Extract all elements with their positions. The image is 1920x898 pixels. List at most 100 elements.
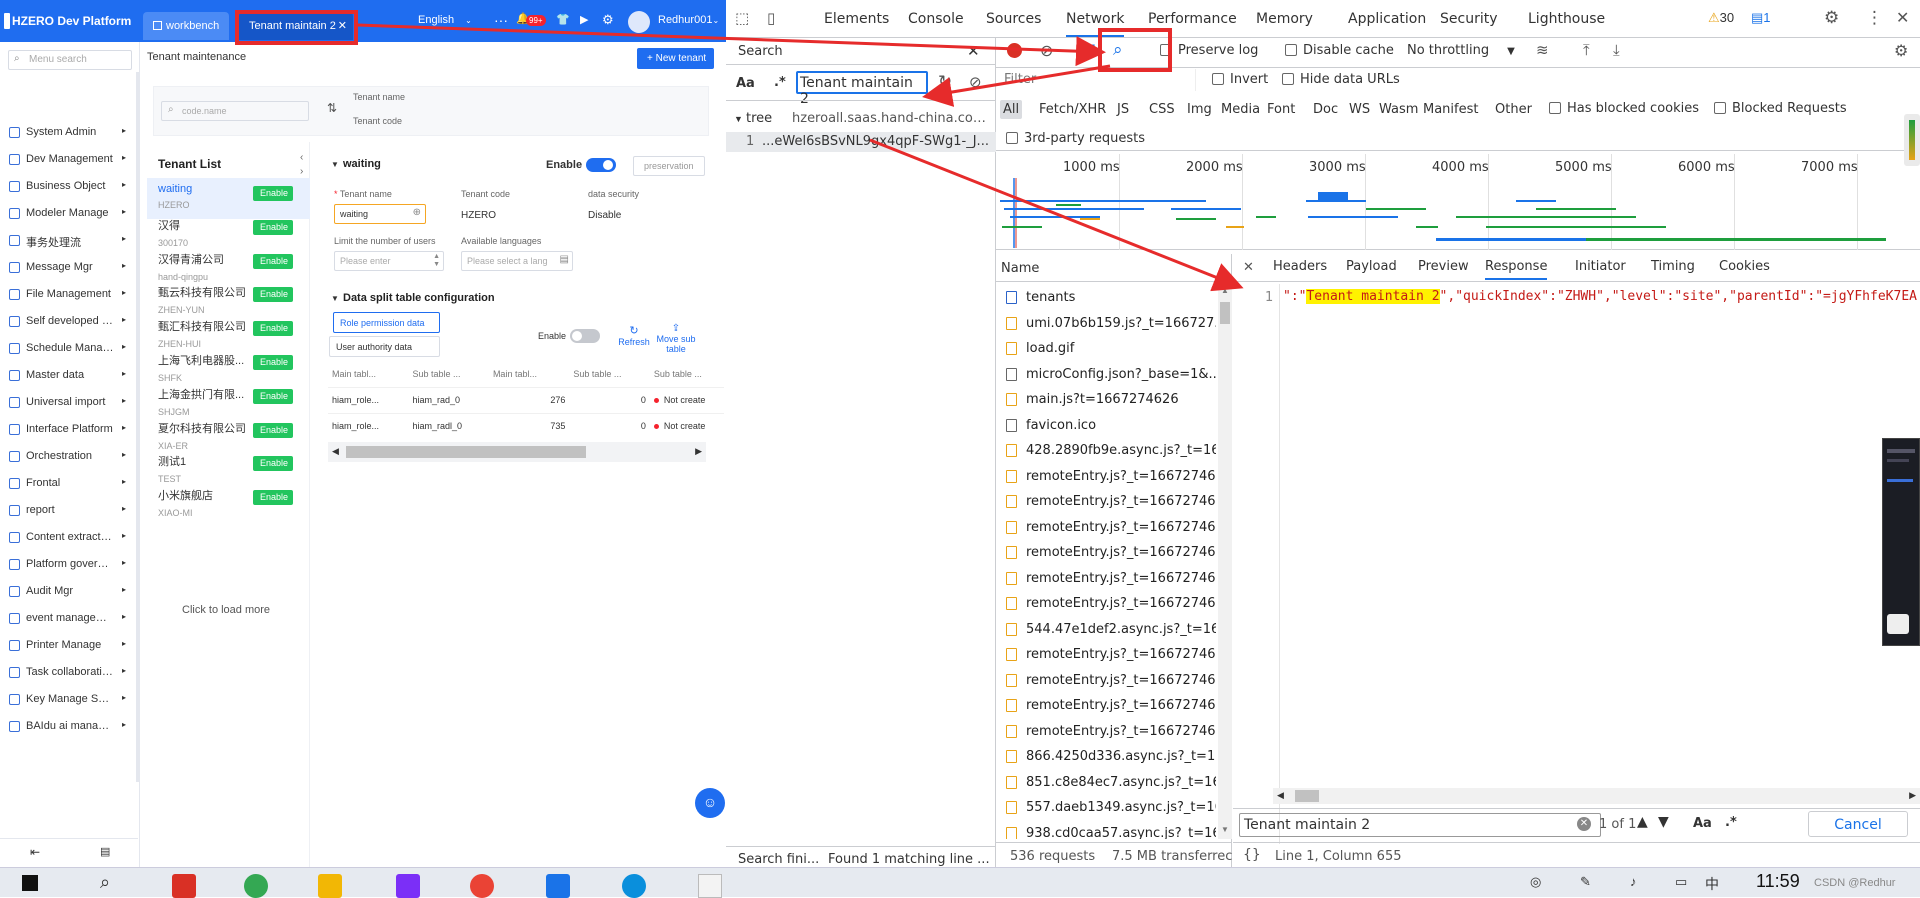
tenant-list-item[interactable]: 小米旗舰店 XIAO-MI Enable bbox=[147, 482, 310, 523]
sidebar-item[interactable]: Printer Manage ▸ bbox=[0, 633, 138, 659]
detail-tab[interactable]: Initiator bbox=[1575, 259, 1626, 274]
new-tenant-button[interactable]: + New tenant bbox=[637, 48, 714, 69]
sidebar-item[interactable]: BAIdu ai manage... ▸ bbox=[0, 714, 138, 740]
request-row[interactable]: 851.c8e84ec7.async.js?_t=16... bbox=[996, 769, 1216, 794]
scroll-thumb[interactable] bbox=[1220, 302, 1230, 324]
app-icon-2[interactable] bbox=[396, 874, 420, 898]
more-button[interactable]: ··· bbox=[494, 12, 508, 28]
sidebar-item[interactable]: Frontal ▸ bbox=[0, 471, 138, 497]
find-regex[interactable]: .* bbox=[1725, 815, 1737, 830]
request-row[interactable]: main.js?t=1667274626 bbox=[996, 386, 1216, 411]
type-filter-chip[interactable]: All bbox=[1000, 100, 1023, 119]
sidebar-item[interactable]: Self developed w... ▸ bbox=[0, 309, 138, 335]
type-filter-chip[interactable]: WS bbox=[1346, 100, 1373, 119]
request-row[interactable]: remoteEntry.js?_t=16672746... bbox=[996, 514, 1216, 539]
devtools-tab[interactable]: Lighthouse bbox=[1528, 11, 1605, 27]
request-row[interactable]: 544.47e1def2.async.js?_t=16... bbox=[996, 616, 1216, 641]
panel-scroll-indicator[interactable] bbox=[1904, 114, 1920, 166]
app-icon-5[interactable] bbox=[698, 874, 722, 898]
find-match-case[interactable]: Aa bbox=[1693, 816, 1712, 831]
type-filter-chip[interactable]: JS bbox=[1114, 100, 1132, 119]
request-row[interactable]: 428.2890fb9e.async.js?_t=16... bbox=[996, 437, 1216, 462]
close-detail-icon[interactable]: ✕ bbox=[1243, 260, 1254, 275]
ime-indicator[interactable]: 中 bbox=[1705, 874, 1719, 894]
devtools-tab[interactable]: Security bbox=[1440, 11, 1498, 27]
chat-assistant-button[interactable]: ☺ bbox=[695, 788, 725, 818]
tab-workbench[interactable]: workbench bbox=[143, 12, 229, 40]
record-icon[interactable] bbox=[1007, 43, 1022, 58]
sidebar-item[interactable]: Master data ▸ bbox=[0, 363, 138, 389]
devtools-tab[interactable]: Elements bbox=[824, 11, 889, 27]
request-row[interactable]: 557.daeb1349.async.js?_t=16... bbox=[996, 794, 1216, 819]
devtools-tab[interactable]: Console bbox=[908, 11, 964, 27]
sidebar-item[interactable]: 事务处理流 ▸ bbox=[0, 228, 138, 254]
collapse-icon[interactable]: ⇤ bbox=[30, 845, 40, 859]
devtools-tab[interactable]: Sources bbox=[986, 11, 1041, 27]
close-icon[interactable]: ✕ bbox=[1896, 8, 1909, 27]
request-row[interactable]: favicon.ico bbox=[996, 412, 1216, 437]
bell-icon[interactable]: 🔔 99+ bbox=[516, 12, 546, 26]
request-row[interactable]: remoteEntry.js?_t=16672746... bbox=[996, 565, 1216, 590]
request-row[interactable]: remoteEntry.js?_t=16672746... bbox=[996, 718, 1216, 743]
clear-find-icon[interactable]: ✕ bbox=[1577, 817, 1591, 831]
type-filter-chip[interactable]: Font bbox=[1264, 100, 1298, 119]
scroll-thumb[interactable] bbox=[346, 446, 586, 458]
sidebar-item[interactable]: System Admin ▸ bbox=[0, 120, 138, 146]
search-icon[interactable]: ⌕ bbox=[100, 872, 110, 893]
throttling-select[interactable]: No throttling ▼ bbox=[1407, 43, 1515, 58]
request-row[interactable]: remoteEntry.js?_t=16672746... bbox=[996, 488, 1216, 513]
devtools-tab[interactable]: Application bbox=[1348, 11, 1426, 27]
find-prev-icon[interactable]: ▲ bbox=[1637, 814, 1648, 830]
column-header[interactable]: Main tabl... bbox=[328, 361, 408, 387]
sidebar-item[interactable]: Task collaboration ▸ bbox=[0, 660, 138, 686]
load-more-link[interactable]: Click to load more bbox=[182, 604, 270, 616]
type-filter-chip[interactable]: Img bbox=[1184, 100, 1215, 119]
sort-by-code[interactable]: Tenant code bbox=[353, 116, 402, 126]
language-select[interactable]: English ⌄ bbox=[418, 14, 472, 26]
type-filter-chip[interactable]: Other bbox=[1492, 100, 1535, 119]
result-file-name[interactable]: tree bbox=[746, 111, 772, 126]
request-list-scrollbar[interactable]: ▲ ▼ bbox=[1218, 284, 1232, 839]
detail-tab[interactable]: Headers bbox=[1273, 259, 1327, 274]
request-row[interactable]: microConfig.json?_base=1&... bbox=[996, 361, 1216, 386]
regex-button[interactable]: .* bbox=[774, 75, 786, 90]
sidebar-item[interactable]: event manageme... ▸ bbox=[0, 606, 138, 632]
scroll-thumb[interactable] bbox=[1295, 790, 1319, 802]
tab-user-authority[interactable]: User authority data bbox=[329, 336, 440, 357]
detail-tab[interactable]: Payload bbox=[1346, 259, 1397, 274]
warnings-badge[interactable]: ⚠30 bbox=[1708, 10, 1734, 26]
type-filter-chip[interactable]: CSS bbox=[1146, 100, 1178, 119]
globe-icon[interactable]: ⊕ bbox=[413, 207, 421, 218]
settings-icon[interactable]: ⚙ bbox=[602, 12, 614, 28]
tray-icon[interactable]: ✎ bbox=[1580, 874, 1591, 890]
response-body[interactable]: ":"Tenant maintain 2","quickIndex":"ZHWH… bbox=[1283, 289, 1920, 304]
request-row[interactable]: tenants bbox=[996, 284, 1216, 309]
detail-tab[interactable]: Timing bbox=[1651, 259, 1695, 274]
close-search-icon[interactable]: ✕ bbox=[967, 42, 980, 60]
sidebar-item[interactable]: File Management ▸ bbox=[0, 282, 138, 308]
request-row[interactable]: remoteEntry.js?_t=16672746... bbox=[996, 463, 1216, 488]
type-filter-chip[interactable]: Manifest bbox=[1420, 100, 1481, 119]
request-row[interactable]: 866.4250d336.async.js?_t=16... bbox=[996, 743, 1216, 768]
windows-start-icon[interactable] bbox=[22, 875, 38, 891]
device-toolbar-icon[interactable]: ▯ bbox=[767, 9, 775, 27]
refresh-button[interactable]: ↻ Refresh bbox=[614, 324, 654, 347]
response-hscrollbar[interactable]: ◀ ▶ bbox=[1273, 788, 1920, 804]
match-case-button[interactable]: Aa bbox=[736, 76, 755, 91]
detail-tab[interactable]: Preview bbox=[1418, 259, 1469, 274]
devtools-tab[interactable]: Performance bbox=[1148, 11, 1237, 27]
search-input[interactable]: Tenant maintain 2 bbox=[796, 71, 928, 107]
document-icon[interactable]: ▤ bbox=[100, 845, 110, 858]
pretty-print-button[interactable]: {} bbox=[1243, 847, 1261, 863]
network-filter-input[interactable]: Filter bbox=[996, 69, 1196, 91]
horizontal-scrollbar[interactable]: ◀ ▶ bbox=[328, 442, 706, 462]
name-column-header[interactable]: Name bbox=[996, 254, 1232, 282]
chevron-left-icon[interactable]: ‹ bbox=[300, 152, 303, 163]
sidebar-item[interactable]: Schedule Manag... ▸ bbox=[0, 336, 138, 362]
chrome-icon[interactable] bbox=[244, 874, 268, 898]
sidebar-item[interactable]: Content extraction ▸ bbox=[0, 525, 138, 551]
app-icon-3[interactable] bbox=[546, 874, 570, 898]
sidebar-item[interactable]: Interface Platform ▸ bbox=[0, 417, 138, 443]
request-row[interactable]: remoteEntry.js?_t=16672746... bbox=[996, 667, 1216, 692]
stepper-icon[interactable]: ▲ ▼ bbox=[433, 253, 440, 269]
